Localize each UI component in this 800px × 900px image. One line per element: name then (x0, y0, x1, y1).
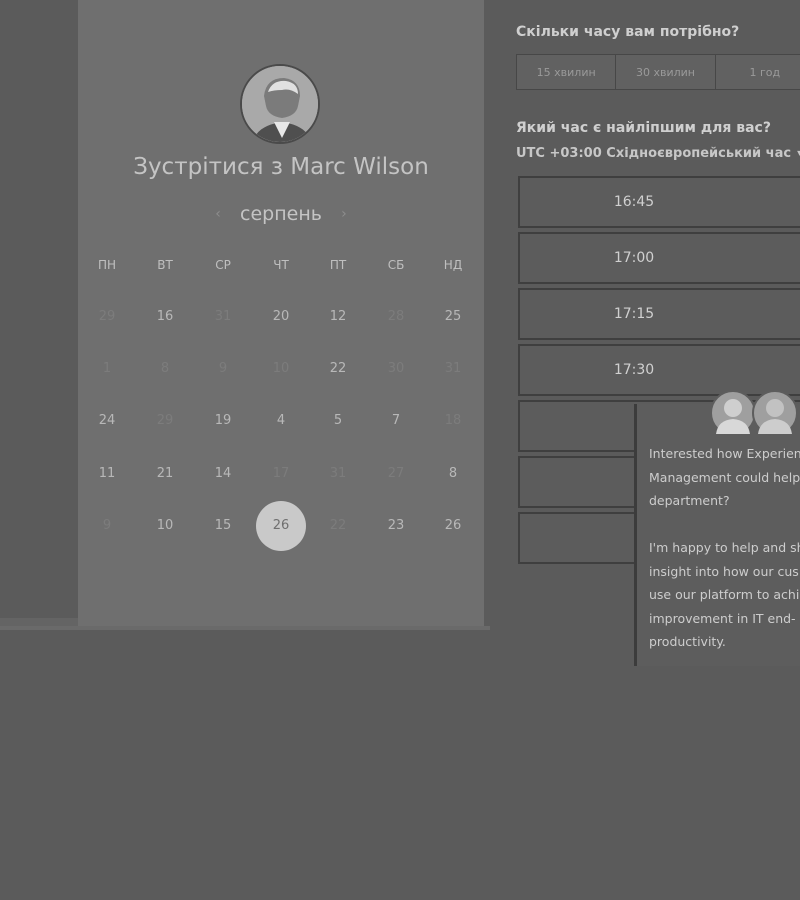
duration-option-60[interactable]: 1 год (716, 55, 800, 89)
calendar-day[interactable]: 26 (428, 516, 478, 536)
panel-divider (0, 626, 490, 630)
calendar-day[interactable]: 17 (256, 464, 306, 484)
chat-popup[interactable]: Interested how Experien Management could… (634, 404, 800, 666)
calendar-day[interactable]: 9 (198, 359, 248, 379)
calendar-day[interactable]: 29 (82, 307, 132, 327)
duration-option-15[interactable]: 15 хвилин (517, 55, 617, 89)
calendar-day[interactable]: 20 (256, 307, 306, 327)
time-slot-label: 17:30 (613, 362, 655, 378)
calendar-day[interactable]: 15 (198, 516, 248, 536)
calendar-day[interactable]: 14 (198, 464, 248, 484)
calendar-day[interactable]: 31 (428, 359, 478, 379)
person-icon (716, 399, 750, 434)
calendar-day[interactable]: 22 (313, 516, 363, 536)
calendar-day[interactable]: 18 (428, 411, 478, 431)
calendar-day[interactable]: 25 (428, 307, 478, 327)
calendar-day[interactable]: 27 (371, 464, 421, 484)
duration-question: Скільки часу вам потрібно? (516, 24, 740, 40)
calendar-day[interactable]: 28 (371, 307, 421, 327)
time-slot[interactable]: 17:15 (518, 288, 800, 340)
calendar-day[interactable]: 1 (82, 359, 132, 379)
time-slot-label: 17:15 (613, 306, 655, 322)
agent-avatar[interactable] (710, 390, 756, 436)
time-slot[interactable]: 17:00 (518, 232, 800, 284)
agent-avatar[interactable] (752, 390, 798, 436)
time-slot-label: 16:45 (613, 194, 655, 210)
chat-message: I'm happy to help and sh insight into ho… (649, 540, 800, 649)
calendar-day[interactable]: 21 (140, 464, 190, 484)
calendar-day[interactable]: 8 (428, 464, 478, 484)
calendar-day[interactable]: 31 (198, 307, 248, 327)
chat-message: Interested how Experien Management could… (649, 446, 800, 508)
calendar-day[interactable]: 9 (82, 516, 132, 536)
calendar-day[interactable]: 22 (313, 359, 363, 379)
calendar-day[interactable]: 10 (140, 516, 190, 536)
duration-option-30[interactable]: 30 хвилин (616, 55, 716, 89)
calendar-day-selected[interactable]: 26 (256, 501, 306, 551)
calendar-day[interactable]: 4 (256, 411, 306, 431)
timezone-label: UTC +03:00 Східноєвропейський час (516, 146, 792, 161)
calendar-grid: 29 16 31 20 12 28 25 1 8 9 10 22 30 31 24 29 19 4 5 7 18 11 21… (78, 0, 484, 628)
timezone-selector[interactable]: UTC +03:00 Східноєвропейський час ▾ (516, 146, 800, 161)
calendar-day[interactable]: 7 (371, 411, 421, 431)
calendar-day[interactable]: 30 (371, 359, 421, 379)
calendar-panel: Зустрітися з Marc Wilson ‹ серпень › ПН В… (78, 0, 484, 628)
calendar-day[interactable]: 10 (256, 359, 306, 379)
time-slot[interactable]: 17:30 (518, 344, 800, 396)
calendar-day[interactable]: 19 (198, 411, 248, 431)
calendar-day[interactable]: 11 (82, 464, 132, 484)
calendar-day[interactable]: 16 (140, 307, 190, 327)
calendar-day[interactable]: 31 (313, 464, 363, 484)
calendar-day[interactable]: 24 (82, 411, 132, 431)
calendar-day[interactable]: 8 (140, 359, 190, 379)
duration-selector: 15 хвилин 30 хвилин 1 год (516, 54, 800, 90)
person-icon (758, 399, 792, 434)
calendar-day[interactable]: 23 (371, 516, 421, 536)
time-question: Який час є найліпшим для вас? (516, 120, 771, 136)
calendar-day[interactable]: 5 (313, 411, 363, 431)
time-slot-label: 17:00 (613, 250, 655, 266)
calendar-day[interactable]: 12 (313, 307, 363, 327)
calendar-day[interactable]: 29 (140, 411, 190, 431)
time-slot[interactable]: 16:45 (518, 176, 800, 228)
